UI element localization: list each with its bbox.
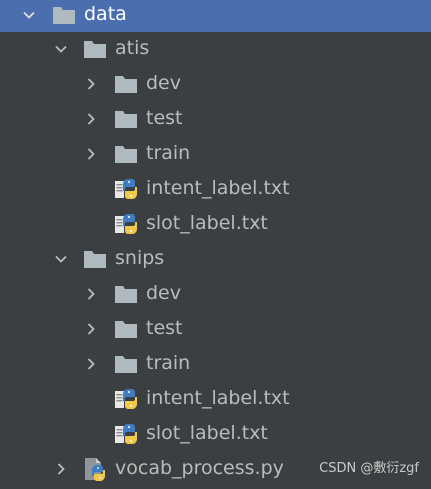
tree-node-label: train bbox=[146, 352, 191, 374]
python-text-file-icon bbox=[113, 206, 139, 241]
tree-node-data[interactable]: data bbox=[0, 0, 431, 32]
tree-node-label: data bbox=[84, 3, 127, 25]
tree-node-label: dev bbox=[146, 282, 181, 304]
tree-node-atis-train[interactable]: train bbox=[0, 136, 431, 171]
chevron-right-icon[interactable] bbox=[82, 101, 100, 136]
tree-node-atis-test[interactable]: test bbox=[0, 101, 431, 136]
tree-node-label: train bbox=[146, 142, 191, 164]
chevron-right-icon[interactable] bbox=[52, 451, 70, 486]
tree-node-label: intent_label.txt bbox=[146, 387, 290, 409]
chevron-down-icon[interactable] bbox=[52, 241, 70, 276]
chevron-right-icon[interactable] bbox=[82, 276, 100, 311]
chevron-right-icon[interactable] bbox=[82, 346, 100, 381]
chevron-down-icon[interactable] bbox=[20, 0, 38, 32]
tree-node-snips-train[interactable]: train bbox=[0, 346, 431, 381]
tree-node-label: atis bbox=[115, 37, 150, 59]
tree-node-snips[interactable]: snips bbox=[0, 241, 431, 276]
python-text-file-icon bbox=[113, 381, 139, 416]
folder-icon bbox=[113, 66, 139, 101]
python-text-file-icon bbox=[113, 416, 139, 451]
tree-node-snips-slot-label[interactable]: slot_label.txt bbox=[0, 416, 431, 451]
tree-node-atis[interactable]: atis bbox=[0, 31, 431, 66]
chevron-right-icon[interactable] bbox=[82, 136, 100, 171]
python-text-file-icon bbox=[113, 171, 139, 206]
tree-node-label: dev bbox=[146, 72, 181, 94]
folder-icon bbox=[113, 346, 139, 381]
tree-node-snips-dev[interactable]: dev bbox=[0, 276, 431, 311]
python-file-icon bbox=[82, 451, 108, 486]
folder-icon bbox=[113, 311, 139, 346]
tree-node-label: slot_label.txt bbox=[146, 212, 268, 234]
tree-node-atis-intent-label[interactable]: intent_label.txt bbox=[0, 171, 431, 206]
chevron-down-icon[interactable] bbox=[52, 31, 70, 66]
tree-node-label: snips bbox=[115, 247, 165, 269]
project-tree: data atis dev test train intent_label.tx… bbox=[0, 0, 431, 489]
tree-node-label: test bbox=[146, 317, 183, 339]
tree-node-label: intent_label.txt bbox=[146, 177, 290, 199]
tree-node-label: vocab_process.py bbox=[115, 457, 284, 479]
chevron-right-icon[interactable] bbox=[82, 66, 100, 101]
folder-icon bbox=[82, 31, 108, 66]
folder-icon bbox=[51, 0, 77, 32]
tree-node-snips-test[interactable]: test bbox=[0, 311, 431, 346]
tree-node-atis-slot-label[interactable]: slot_label.txt bbox=[0, 206, 431, 241]
tree-node-atis-dev[interactable]: dev bbox=[0, 66, 431, 101]
folder-icon bbox=[113, 276, 139, 311]
folder-icon bbox=[113, 136, 139, 171]
chevron-right-icon[interactable] bbox=[82, 311, 100, 346]
folder-icon bbox=[82, 241, 108, 276]
tree-node-label: slot_label.txt bbox=[146, 422, 268, 444]
tree-node-label: test bbox=[146, 107, 183, 129]
tree-node-snips-intent-label[interactable]: intent_label.txt bbox=[0, 381, 431, 416]
folder-icon bbox=[113, 101, 139, 136]
watermark-text: CSDN @敷衍zgf bbox=[319, 461, 419, 476]
